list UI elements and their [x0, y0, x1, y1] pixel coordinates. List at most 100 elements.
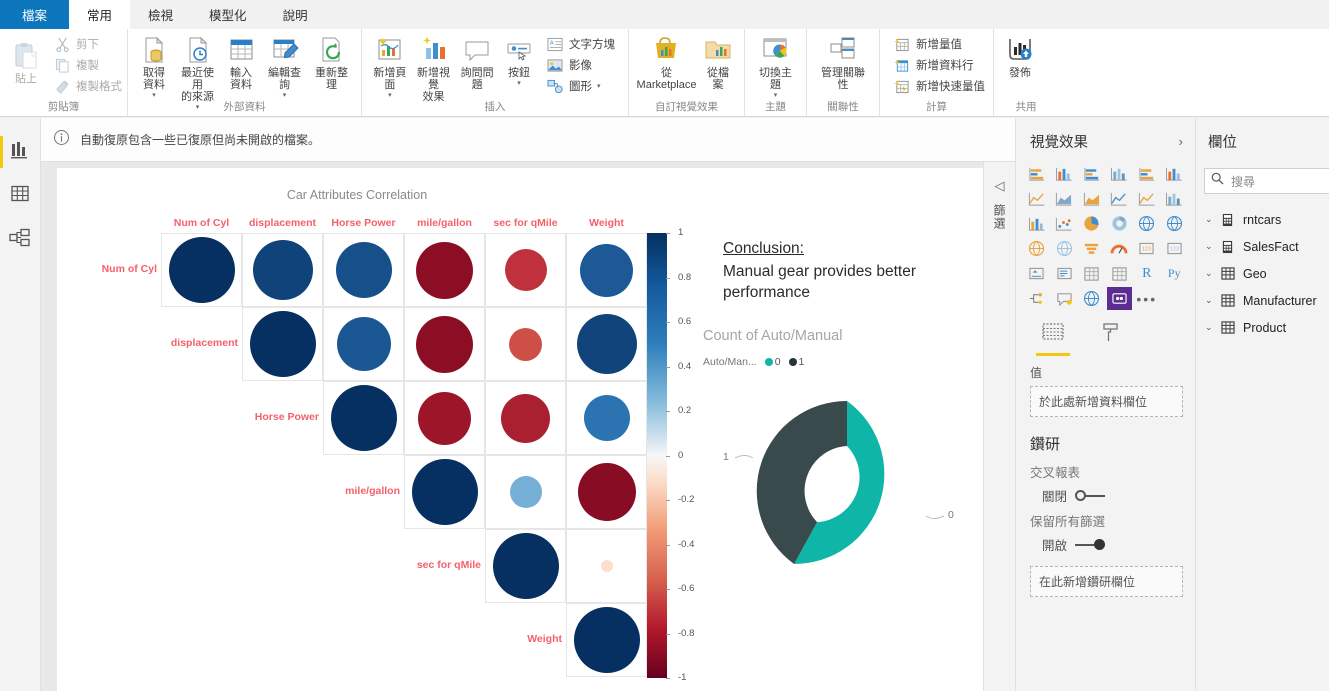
from-file-button[interactable]: 從檔案: [698, 32, 738, 91]
line-chart-icon[interactable]: [1024, 187, 1050, 210]
kpi-icon[interactable]: [1024, 262, 1050, 285]
correlation-cell[interactable]: [404, 455, 485, 529]
cut-button[interactable]: 剪下: [50, 34, 125, 55]
field-table-row[interactable]: ⌄ Product: [1196, 314, 1329, 341]
tab-view[interactable]: 檢視: [130, 0, 191, 29]
edit-queries-button[interactable]: 編輯查詢 ▾: [261, 32, 308, 99]
area-chart-icon[interactable]: [1052, 187, 1078, 210]
field-table-row[interactable]: ⌄ Geo: [1196, 260, 1329, 287]
donut-visual[interactable]: Count of Auto/Manual Auto/Man... 0 1 1 0: [697, 328, 997, 668]
correlation-cell[interactable]: [323, 307, 404, 381]
chevron-right-icon[interactable]: ›: [1179, 134, 1183, 149]
correlation-cell[interactable]: [485, 455, 566, 529]
new-quick-measure-button[interactable]: 新增快速量值: [890, 76, 988, 97]
r-script-visual-icon[interactable]: R: [1134, 262, 1160, 285]
tab-file[interactable]: 檔案: [0, 0, 70, 29]
tab-home[interactable]: 常用: [69, 0, 131, 29]
clustered-column-chart-icon[interactable]: [1107, 162, 1133, 185]
new-page-button[interactable]: 新增頁面 ▾: [368, 32, 412, 99]
refresh-button[interactable]: 重新整理: [308, 32, 355, 91]
publish-button[interactable]: 發佈: [1000, 32, 1040, 79]
new-column-button[interactable]: 新增資料行: [890, 55, 988, 76]
shapes-button[interactable]: 圖形 ▾: [543, 76, 618, 97]
field-table-row[interactable]: ⌄ rntcars: [1196, 206, 1329, 233]
keep-all-filters-toggle[interactable]: [1075, 539, 1106, 551]
decomposition-tree-icon[interactable]: [1024, 287, 1050, 310]
donut-chart-icon[interactable]: [1107, 212, 1133, 235]
tab-fields-well[interactable]: [1036, 322, 1070, 356]
chevron-down-icon[interactable]: ⌄: [1205, 241, 1219, 252]
correlation-cell[interactable]: [404, 307, 485, 381]
switch-theme-caret-icon[interactable]: ▾: [774, 92, 778, 99]
sidebar-item-data-view[interactable]: [0, 174, 41, 218]
gauge-icon[interactable]: [1107, 237, 1133, 260]
switch-theme-button[interactable]: 切換主題 ▾: [751, 32, 800, 99]
get-data-button[interactable]: 取得 資料 ▾: [134, 32, 174, 99]
correlation-cell[interactable]: [242, 307, 323, 381]
new-measure-button[interactable]: 新增量值: [890, 34, 988, 55]
correlation-cell[interactable]: [485, 233, 566, 307]
correlation-cell[interactable]: [566, 307, 647, 381]
correlation-cell[interactable]: [566, 603, 647, 677]
expand-filters-arrow-icon[interactable]: ◁: [995, 178, 1005, 194]
stacked-column-chart-icon[interactable]: [1052, 162, 1078, 185]
multi-row-card-icon[interactable]: 123: [1162, 237, 1188, 260]
get-data-caret-icon[interactable]: ▾: [152, 92, 156, 99]
chevron-down-icon[interactable]: ⌄: [1205, 295, 1219, 306]
field-table-row[interactable]: ⌄ Manufacturer: [1196, 287, 1329, 314]
pie-chart-icon[interactable]: [1079, 212, 1105, 235]
chevron-down-icon[interactable]: ⌄: [1205, 214, 1219, 225]
correlation-cell[interactable]: [404, 233, 485, 307]
line-stacked-column-icon[interactable]: [1107, 187, 1133, 210]
qna-icon[interactable]: [1052, 287, 1078, 310]
legend-item[interactable]: 0: [764, 356, 781, 368]
100-stacked-bar-icon[interactable]: [1134, 162, 1160, 185]
stacked-area-chart-icon[interactable]: [1079, 187, 1105, 210]
tab-help[interactable]: 說明: [265, 0, 326, 29]
funnel-icon[interactable]: [1079, 237, 1105, 260]
tab-modeling[interactable]: 模型化: [191, 0, 265, 29]
waterfall-chart-icon[interactable]: [1024, 212, 1050, 235]
legend-item[interactable]: 1: [788, 356, 804, 368]
cross-report-toggle-row[interactable]: 關閉: [1016, 481, 1195, 505]
clustered-bar-chart-icon[interactable]: [1079, 162, 1105, 185]
from-marketplace-button[interactable]: 從 Marketplace: [635, 32, 698, 91]
buttons-caret-icon[interactable]: ▾: [517, 80, 521, 87]
drillthrough-drop-zone[interactable]: 在此新增鑽研欄位: [1030, 566, 1183, 597]
correlation-cell[interactable]: [485, 529, 566, 603]
search-input[interactable]: 搜尋: [1204, 168, 1329, 194]
more-options-icon[interactable]: •••: [1134, 287, 1160, 310]
format-painter-button[interactable]: 複製格式: [50, 76, 125, 97]
conclusion-textbox[interactable]: Conclusion: Manual gear provides better …: [723, 240, 973, 303]
slicer-icon[interactable]: [1052, 262, 1078, 285]
ribbon-chart-icon[interactable]: [1162, 187, 1188, 210]
matrix-icon[interactable]: [1107, 262, 1133, 285]
paste-button[interactable]: 貼上: [6, 32, 46, 85]
line-clustered-column-icon[interactable]: [1134, 187, 1160, 210]
correlation-cell[interactable]: [566, 381, 647, 455]
treemap-icon[interactable]: [1134, 212, 1160, 235]
correlation-cell[interactable]: [566, 455, 647, 529]
table-icon[interactable]: [1079, 262, 1105, 285]
correlation-cell[interactable]: [485, 381, 566, 455]
map-icon[interactable]: [1162, 212, 1188, 235]
correlation-cell[interactable]: [323, 233, 404, 307]
enter-data-button[interactable]: 輸入 資料: [221, 32, 261, 91]
correlation-cell[interactable]: [485, 307, 566, 381]
correlation-cell[interactable]: [566, 233, 647, 307]
filled-map-icon[interactable]: [1024, 237, 1050, 260]
card-icon[interactable]: 123: [1134, 237, 1160, 260]
scatter-chart-icon[interactable]: [1052, 212, 1078, 235]
arcgis-map-icon[interactable]: [1079, 287, 1105, 310]
cross-report-toggle[interactable]: [1075, 490, 1106, 502]
correlation-cell[interactable]: [404, 381, 485, 455]
shape-map-icon[interactable]: [1052, 237, 1078, 260]
sidebar-item-model-view[interactable]: [0, 218, 41, 262]
100-stacked-column-icon[interactable]: [1162, 162, 1188, 185]
ask-question-button[interactable]: 詢問問題: [455, 32, 499, 91]
chevron-down-icon[interactable]: ⌄: [1205, 322, 1219, 333]
chevron-down-icon[interactable]: ⌄: [1205, 268, 1219, 279]
new-visual-button[interactable]: 新增視覺 效果: [412, 32, 456, 103]
shapes-caret-icon[interactable]: ▾: [597, 83, 601, 90]
sidebar-item-report-view[interactable]: [0, 130, 41, 174]
